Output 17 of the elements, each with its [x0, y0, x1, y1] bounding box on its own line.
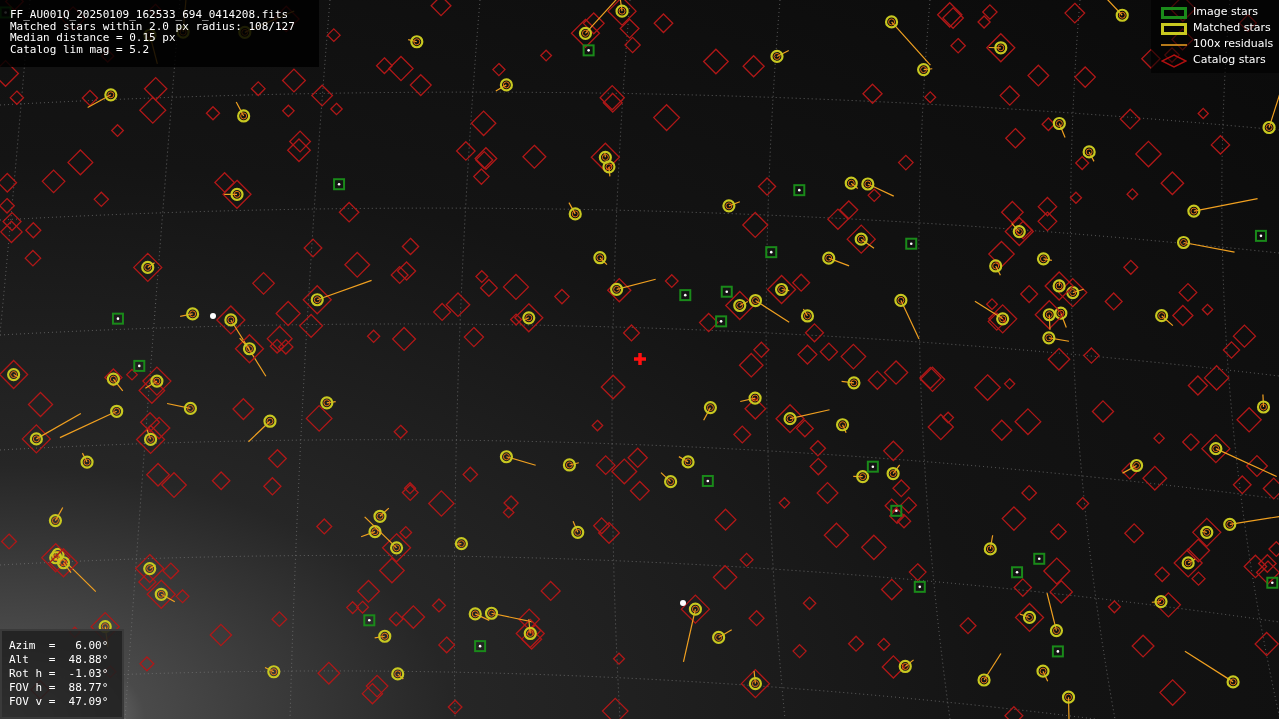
info-text: Median distance = 0.15 px	[10, 32, 176, 44]
matched-star-marker-icon	[1161, 22, 1187, 35]
legend-label: Catalog stars	[1193, 52, 1266, 69]
info-text: FF_AU001Q_20250109_162533_694_0414208.fits	[10, 9, 290, 21]
pointing-text: Azim = 6.00°	[9, 639, 109, 653]
info-text: Catalog lim mag = 5.2	[10, 43, 151, 55]
pointing-text: FOV v = 47.09°	[9, 695, 109, 709]
pointing-text: FOV h = 88.77°	[9, 681, 109, 695]
pointing-text: Alt = 48.88°	[9, 653, 109, 667]
legend-label: Matched stars	[1193, 20, 1271, 37]
info-text: Matched stars within 2.0 px radius: 108/127	[10, 20, 296, 32]
pointing-text: Rot h = -1.03°	[9, 667, 109, 681]
legend-label: Image stars	[1193, 4, 1258, 21]
legend-label: 100x residuals	[1193, 36, 1274, 53]
diamond-icon	[1161, 53, 1187, 68]
image-star-marker-icon	[1161, 6, 1187, 19]
line-icon	[1161, 42, 1187, 47]
